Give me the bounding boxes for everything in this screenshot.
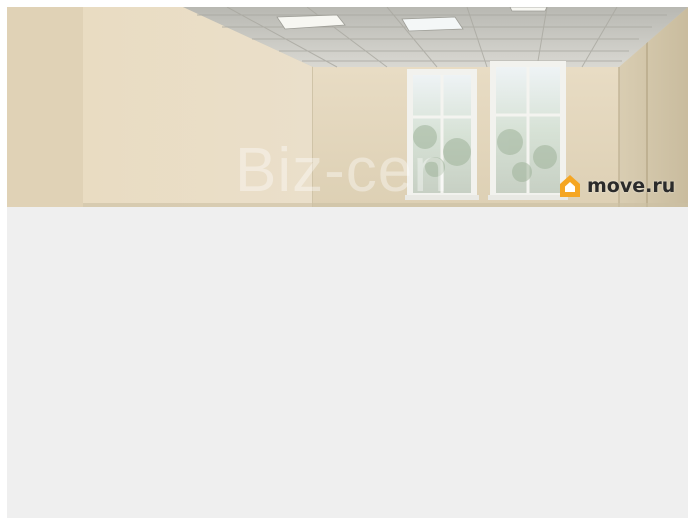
listing-photo[interactable]: Biz-cen move.ru bbox=[7, 7, 688, 207]
house-logo-icon bbox=[560, 175, 580, 197]
brand-logo[interactable]: move.ru bbox=[559, 174, 675, 198]
content-placeholder bbox=[7, 207, 688, 518]
window-right bbox=[490, 61, 566, 197]
listing-card: Biz-cen move.ru bbox=[7, 7, 688, 518]
window-left bbox=[407, 69, 477, 197]
brand-name: move.ru bbox=[587, 175, 676, 197]
